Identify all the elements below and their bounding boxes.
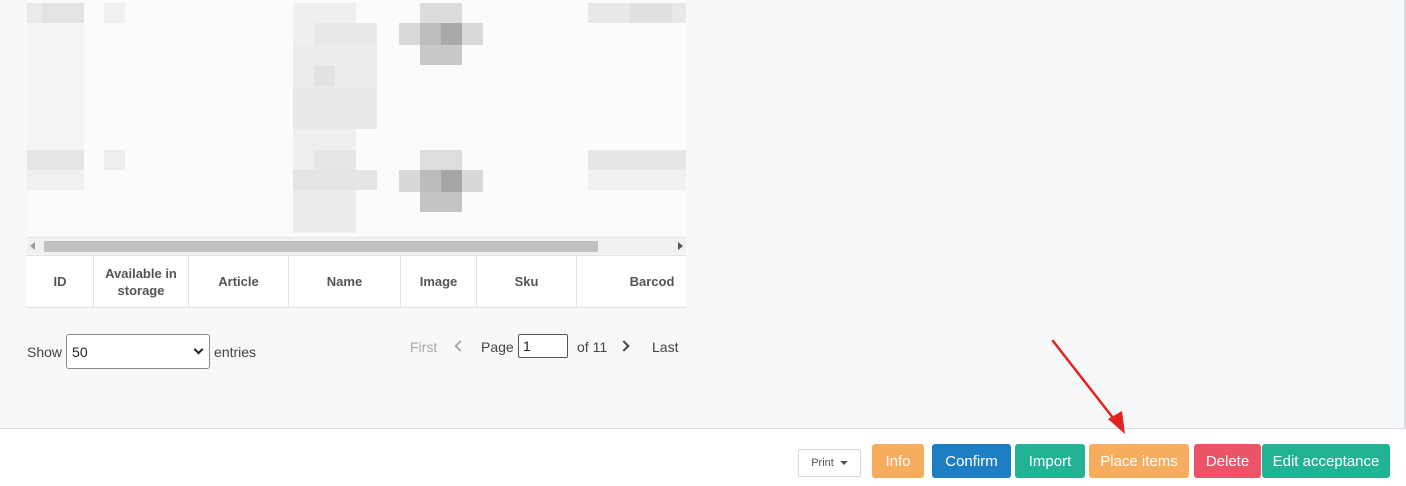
column-header-barcode[interactable]: Barcod <box>577 256 686 307</box>
column-header-id[interactable]: ID <box>27 256 94 307</box>
column-header-available-in-storage[interactable]: Available in storage <box>94 256 189 307</box>
table-body-blurred <box>27 0 686 236</box>
column-header-sku[interactable]: Sku <box>477 256 577 307</box>
page-length-select[interactable]: 50 <box>66 334 211 369</box>
scroll-right-icon[interactable] <box>678 242 683 250</box>
confirm-button[interactable]: Confirm <box>932 444 1011 478</box>
page-length-value: 50 <box>72 343 88 360</box>
table-header-row: ID Available in storage Article Name Ima… <box>27 255 686 308</box>
data-table: ID Available in storage Article Name Ima… <box>27 0 686 308</box>
print-dropdown-button[interactable]: Print <box>798 449 861 477</box>
chevron-down-icon <box>193 344 204 355</box>
page-number-input[interactable]: 1 <box>518 334 568 358</box>
column-header-image[interactable]: Image <box>401 256 477 307</box>
annotation-arrow-icon <box>1051 339 1125 434</box>
table-horizontal-scrollbar[interactable] <box>27 237 686 254</box>
place-items-button[interactable]: Place items <box>1089 444 1189 478</box>
column-header-article[interactable]: Article <box>189 256 289 307</box>
scroll-left-icon[interactable] <box>30 242 35 250</box>
page-length-control: Show 50 entries <box>27 334 256 369</box>
delete-button[interactable]: Delete <box>1194 444 1261 478</box>
pagination-last[interactable]: Last <box>652 339 678 355</box>
info-button[interactable]: Info <box>872 444 924 478</box>
entries-label: entries <box>214 343 257 360</box>
pagination-total: of 11 <box>577 339 608 355</box>
import-button[interactable]: Import <box>1015 444 1085 478</box>
print-label: Print <box>811 457 834 469</box>
edit-acceptance-button[interactable]: Edit acceptance <box>1262 444 1390 478</box>
show-label: Show <box>27 343 63 360</box>
column-header-name[interactable]: Name <box>289 256 401 307</box>
pagination-page-label: Page <box>481 339 514 355</box>
caret-down-icon <box>839 461 848 465</box>
scrollbar-thumb[interactable] <box>44 241 598 252</box>
pagination-first[interactable]: First <box>410 339 437 355</box>
